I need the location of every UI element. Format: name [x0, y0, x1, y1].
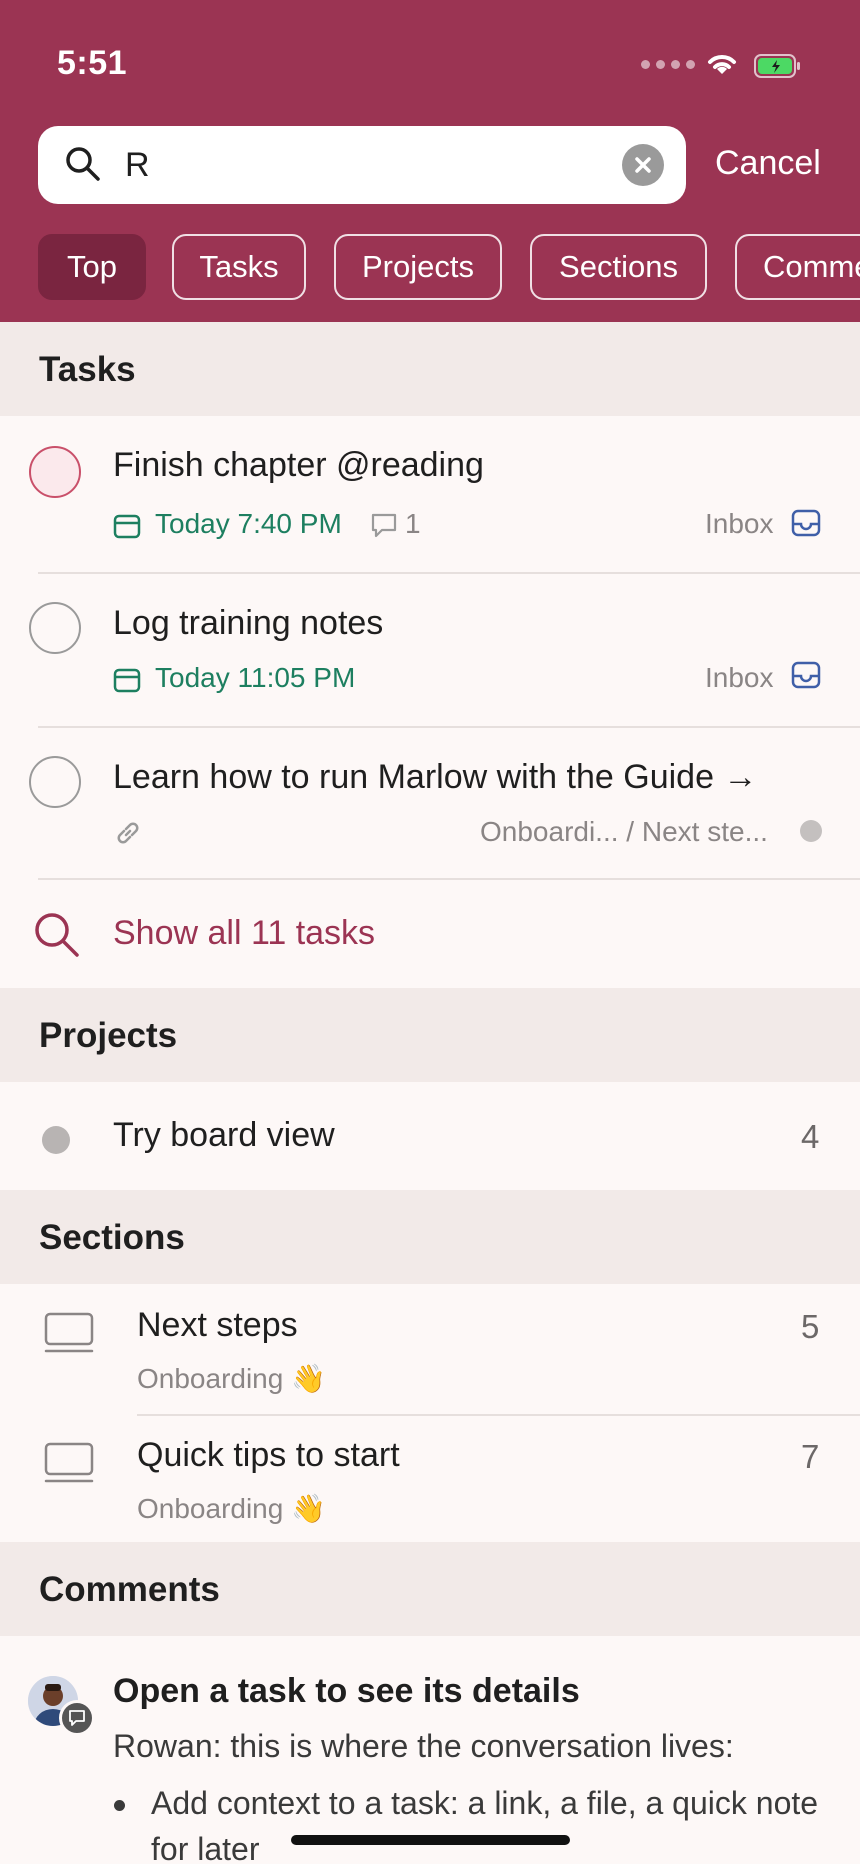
- search-header: 5:51 R Cancel Top Tasks Projects Section…: [0, 0, 860, 322]
- task-checkbox[interactable]: [29, 602, 81, 654]
- filter-chip-projects[interactable]: Projects: [334, 234, 502, 300]
- section-project: Onboarding 👋: [137, 1493, 326, 1524]
- section-title: Projects: [39, 1016, 178, 1055]
- bullet-point: [114, 1800, 125, 1811]
- signal-icon: [641, 60, 695, 69]
- status-time: 5:51: [57, 44, 128, 82]
- comments-section-header: Comments: [0, 1542, 860, 1636]
- comment-badge-icon: [59, 1700, 95, 1736]
- task-project: Inbox: [705, 662, 774, 693]
- search-input[interactable]: R: [38, 126, 686, 204]
- calendar-icon: [113, 668, 141, 693]
- sections-section-header: Sections: [0, 1190, 860, 1284]
- project-count: 4: [801, 1118, 820, 1155]
- inbox-icon: [791, 509, 821, 537]
- section-count: 7: [801, 1438, 820, 1475]
- section-icon: [44, 1312, 94, 1353]
- task-project: Onboardi... / Next ste...: [480, 816, 768, 847]
- section-title: Tasks: [39, 350, 136, 389]
- wifi-icon: [708, 55, 736, 74]
- home-indicator[interactable]: [291, 1835, 570, 1845]
- filter-chip-sections[interactable]: Sections: [530, 234, 707, 300]
- filter-chip-tasks[interactable]: Tasks: [172, 234, 306, 300]
- section-project: Onboarding 👋: [137, 1363, 326, 1394]
- task-title: Log training notes: [113, 604, 384, 642]
- task-row[interactable]: Finish chapter @reading Today 7:40 PM 1 …: [0, 416, 860, 572]
- project-row[interactable]: Try board view 4: [0, 1082, 860, 1190]
- search-icon: [66, 147, 100, 181]
- projects-section-header: Projects: [0, 988, 860, 1082]
- section-row[interactable]: Next steps Onboarding 👋 5: [0, 1284, 860, 1414]
- task-row[interactable]: Log training notes Today 11:05 PM Inbox: [0, 574, 860, 726]
- battery-icon: [754, 54, 800, 78]
- show-all-tasks-label[interactable]: Show all 11 tasks: [113, 914, 375, 953]
- section-title: Comments: [39, 1570, 220, 1609]
- section-icon: [44, 1442, 94, 1483]
- calendar-icon: [113, 514, 141, 539]
- comment-body: Rowan: this is where the conversation li…: [113, 1728, 734, 1764]
- clear-search-button[interactable]: [622, 144, 664, 186]
- comment-bullet-text: Add context to a task: a link, a file, a…: [151, 1785, 819, 1864]
- task-row[interactable]: Learn how to run Marlow with the Guide →…: [0, 728, 860, 878]
- task-checkbox[interactable]: [29, 756, 81, 808]
- section-row[interactable]: Quick tips to start Onboarding 👋 7: [0, 1416, 860, 1542]
- section-name: Next steps: [137, 1306, 298, 1344]
- project-color-dot: [42, 1126, 70, 1154]
- task-due-date: Today 7:40 PM: [155, 508, 342, 539]
- search-query[interactable]: R: [125, 146, 150, 185]
- link-icon: [117, 822, 139, 844]
- task-project: Inbox: [705, 508, 774, 539]
- filter-chips: Top Tasks Projects Sections Comme: [38, 234, 860, 300]
- task-checkbox[interactable]: [29, 446, 81, 498]
- task-title: Finish chapter @reading: [113, 446, 484, 484]
- section-title: Sections: [39, 1218, 185, 1257]
- search-icon: [35, 913, 79, 957]
- project-name: Try board view: [113, 1116, 335, 1154]
- task-title: Learn how to run Marlow with the Guide →: [113, 758, 758, 796]
- close-icon: [635, 157, 651, 173]
- section-count: 5: [801, 1308, 820, 1345]
- comment-icon: [371, 513, 397, 538]
- filter-chip-top[interactable]: Top: [38, 234, 146, 300]
- comment-task-title: Open a task to see its details: [113, 1672, 580, 1710]
- task-due-date: Today 11:05 PM: [155, 662, 356, 693]
- project-color-dot: [800, 820, 822, 842]
- tasks-section-header: Tasks: [0, 322, 860, 416]
- section-name: Quick tips to start: [137, 1436, 400, 1474]
- comment-count: 1: [405, 508, 421, 539]
- filter-chip-comments[interactable]: Comme: [735, 234, 860, 300]
- inbox-icon: [791, 661, 821, 689]
- cancel-button[interactable]: Cancel: [715, 144, 821, 183]
